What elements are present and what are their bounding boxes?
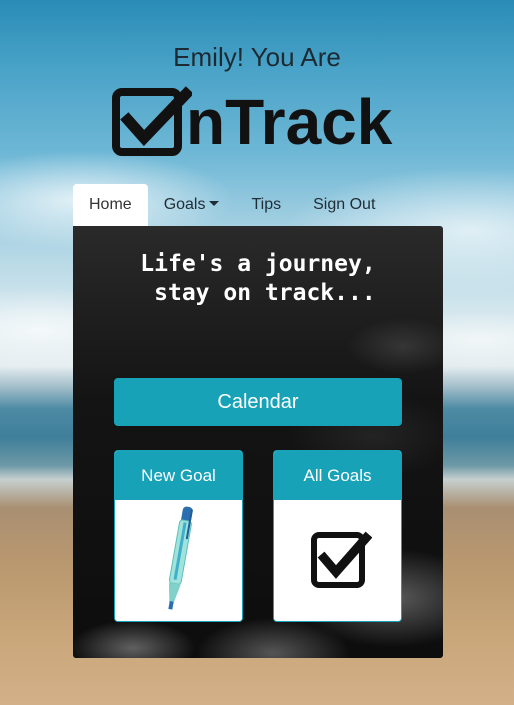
nav-sign-out[interactable]: Sign Out (297, 184, 391, 226)
nav-tips[interactable]: Tips (235, 184, 297, 226)
tagline: Life's a journey, stay on track... (140, 251, 376, 306)
calendar-button[interactable]: Calendar (114, 378, 402, 426)
all-goals-card-body (274, 500, 401, 621)
greeting-text: Emily! You Are (173, 42, 341, 72)
nav-home-label: Home (89, 196, 132, 213)
logo-wordmark: nTrack (186, 86, 393, 158)
new-goal-card[interactable]: New Goal (114, 450, 243, 622)
all-goals-card-title: All Goals (274, 451, 401, 500)
checkbox-icon (311, 531, 372, 588)
main-nav: Home Goals Tips Sign Out (73, 184, 391, 226)
nav-home[interactable]: Home (73, 184, 148, 226)
nav-goals-dropdown[interactable]: Goals (148, 184, 236, 226)
new-goal-card-title: New Goal (115, 451, 242, 500)
app-logo: nTrack (112, 80, 392, 156)
new-goal-card-body (115, 500, 242, 621)
pen-icon (168, 506, 193, 610)
nav-sign-out-label: Sign Out (313, 196, 376, 213)
checkbox-logo-icon (112, 86, 192, 156)
nav-tips-label: Tips (251, 196, 282, 213)
all-goals-card[interactable]: All Goals (273, 450, 402, 622)
caret-down-icon (209, 201, 220, 206)
nav-goals-label: Goals (163, 196, 206, 213)
home-panel: Life's a journey, stay on track... Calen… (73, 226, 443, 658)
